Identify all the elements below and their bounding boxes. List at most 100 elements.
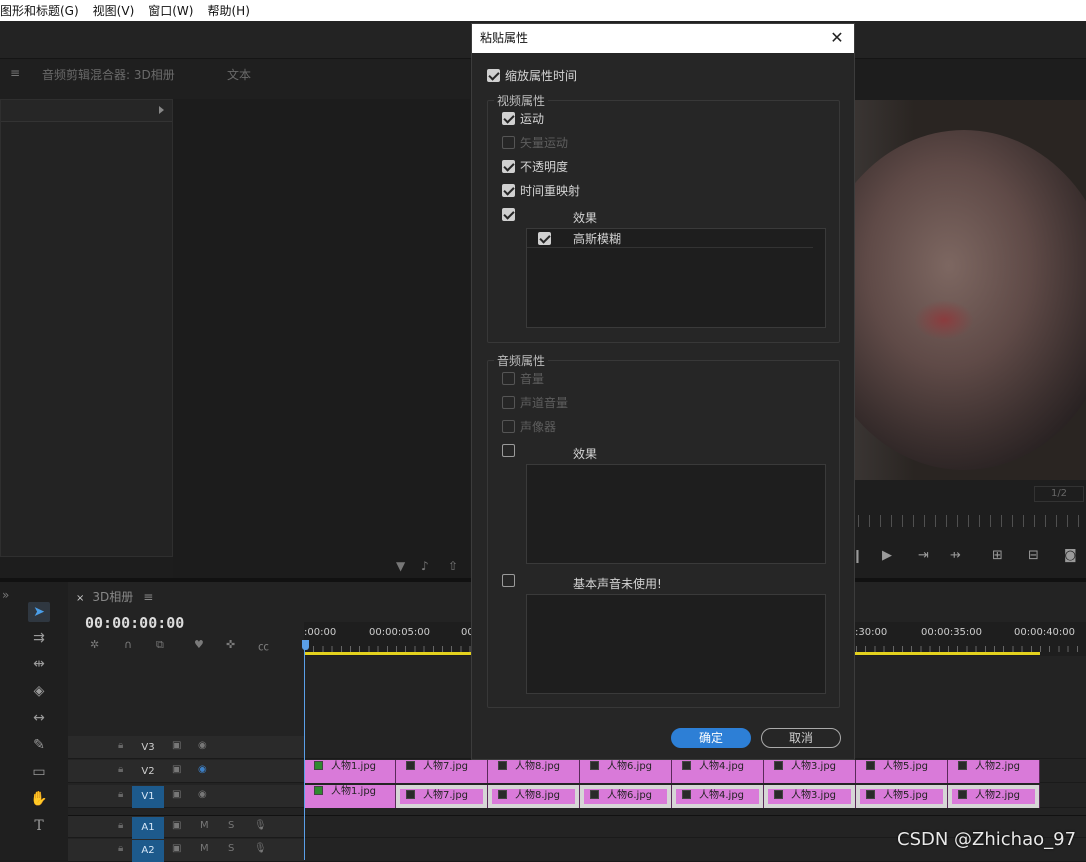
opacity-checkbox[interactable] [502, 160, 515, 173]
play-icon[interactable]: ▶ [882, 548, 892, 563]
collapse-icon[interactable]: » [2, 588, 9, 602]
linked-selection-icon[interactable]: ⧉ [156, 638, 164, 652]
step-forward-icon[interactable]: ⇥ [918, 548, 929, 563]
microphone-icon[interactable]: 🎙︎ [254, 820, 267, 831]
selection-tool-icon[interactable]: ➤ [28, 602, 50, 622]
clip[interactable]: 人物8.jpg [488, 760, 580, 783]
audio-effects-checkbox[interactable] [502, 444, 515, 457]
clip-label: 人物1.jpg [331, 761, 377, 772]
clip[interactable]: 人物5.jpg [856, 760, 948, 783]
clip[interactable]: 人物3.jpg [764, 760, 856, 783]
track-select-tool-icon[interactable]: ⇉ [28, 628, 50, 648]
clip[interactable]: 人物4.jpg [672, 785, 764, 808]
menu-view[interactable]: 视图(V) [93, 2, 135, 19]
sequence-menu-icon[interactable]: ≡ [143, 590, 153, 604]
clip[interactable]: 人物8.jpg [488, 785, 580, 808]
motion-checkbox[interactable] [502, 112, 515, 125]
eye-icon[interactable]: ◉ [198, 740, 207, 751]
clip[interactable]: 人物1.jpg [304, 760, 396, 783]
track-name[interactable]: A2 [132, 840, 164, 862]
close-tab-icon[interactable]: × [76, 593, 84, 604]
monitor-time-ruler[interactable] [858, 515, 1086, 527]
clip[interactable]: 人物7.jpg [396, 760, 488, 783]
sync-lock-icon[interactable]: ▣ [172, 764, 181, 775]
add-marker-icon[interactable]: ♥ [194, 638, 204, 651]
video-effects-list[interactable]: 高斯模糊 [526, 228, 826, 328]
close-icon[interactable]: ✕ [828, 29, 846, 47]
type-tool-icon[interactable]: T [28, 816, 50, 836]
essential-sound-checkbox[interactable] [502, 574, 515, 587]
clip[interactable]: 人物1.jpg [304, 785, 396, 808]
audio-icon[interactable]: ♪ [421, 559, 429, 573]
hand-tool-icon[interactable]: ✋ [28, 789, 50, 809]
tab-audio-clip-mixer[interactable]: 音频剪辑混合器: 3D相册 [42, 66, 175, 83]
track-name[interactable]: V3 [132, 737, 164, 759]
clip[interactable]: 人物6.jpg [580, 760, 672, 783]
clip[interactable]: 人物3.jpg [764, 785, 856, 808]
sync-lock-icon[interactable]: ▣ [172, 820, 181, 831]
essential-sound-list[interactable] [526, 594, 826, 694]
panel-menu-icon[interactable]: ≡ [10, 66, 20, 80]
clip[interactable]: 人物2.jpg [948, 760, 1040, 783]
clip[interactable]: 人物4.jpg [672, 760, 764, 783]
menu-graphics[interactable]: 图形和标题(G) [0, 2, 79, 19]
sync-lock-icon[interactable]: ▣ [172, 843, 181, 854]
lock-icon[interactable]: 🔒︎ [118, 789, 123, 800]
rectangle-tool-icon[interactable]: ▭ [28, 762, 50, 782]
ok-button[interactable]: 确定 [671, 728, 751, 748]
settings-wrench-icon[interactable]: ✜ [226, 638, 235, 651]
sync-lock-icon[interactable]: ▣ [172, 789, 181, 800]
playhead-line[interactable] [304, 640, 305, 860]
audio-effects-list[interactable] [526, 464, 826, 564]
timecode-display[interactable]: 00:00:00:00 [85, 614, 184, 632]
ripple-edit-tool-icon[interactable]: ⇹ [28, 654, 50, 674]
solo-button[interactable]: S [228, 843, 234, 854]
lock-icon[interactable]: 🔒︎ [118, 820, 123, 831]
pen-tool-icon[interactable]: ✎ [28, 735, 50, 755]
gaussian-blur-checkbox[interactable] [538, 232, 551, 245]
razor-tool-icon[interactable]: ◈ [28, 681, 50, 701]
menu-window[interactable]: 窗口(W) [148, 2, 193, 19]
solo-button[interactable]: S [228, 820, 234, 831]
snap-icon[interactable]: ∩ [124, 638, 132, 651]
clip[interactable]: 人物6.jpg [580, 785, 672, 808]
overwrite-icon[interactable]: ⊟ [1028, 548, 1039, 563]
clip[interactable]: 人物7.jpg [396, 785, 488, 808]
go-to-out-icon[interactable]: ⇸ [950, 548, 961, 563]
camera-icon[interactable]: ◙ [1064, 548, 1077, 563]
lock-icon[interactable]: 🔒︎ [118, 843, 123, 854]
clip[interactable]: 人物5.jpg [856, 785, 948, 808]
sync-lock-icon[interactable]: ▣ [172, 740, 181, 751]
menu-help[interactable]: 帮助(H) [207, 2, 249, 19]
sequence-tab[interactable]: × 3D相册 ≡ [76, 588, 153, 605]
track-name[interactable]: V2 [132, 761, 164, 783]
microphone-icon[interactable]: 🎙︎ [254, 843, 267, 854]
insert-icon[interactable]: ⊞ [992, 548, 1003, 563]
track-name[interactable]: V1 [132, 786, 164, 808]
expand-arrow-icon[interactable] [159, 106, 164, 114]
list-item[interactable]: 高斯模糊 [527, 229, 813, 248]
captions-icon[interactable]: ㏄ [258, 638, 269, 654]
cancel-button[interactable]: 取消 [761, 728, 841, 748]
scale-time-checkbox[interactable] [487, 69, 500, 82]
mute-button[interactable]: M [200, 820, 209, 831]
track-name[interactable]: A1 [132, 817, 164, 839]
time-remap-checkbox[interactable] [502, 184, 515, 197]
export-icon[interactable]: ⇧ [448, 559, 458, 573]
filter-icon[interactable]: ▼ [396, 559, 405, 573]
tab-text[interactable]: 文本 [227, 66, 251, 83]
fx-badge-icon [866, 790, 875, 799]
slip-tool-icon[interactable]: ↔ [28, 708, 50, 728]
eye-icon[interactable]: ◉ [198, 789, 207, 800]
nest-icon[interactable]: ✲ [90, 638, 99, 651]
clip[interactable]: 人物2.jpg [948, 785, 1040, 808]
lock-icon[interactable]: 🔒︎ [118, 740, 123, 751]
lock-icon[interactable]: 🔒︎ [118, 764, 123, 775]
track-lane-v1[interactable]: 人物1.jpg 人物7.jpg 人物8.jpg 人物6.jpg 人物4.jpg … [304, 785, 1086, 808]
video-effects-checkbox[interactable] [502, 208, 515, 221]
track-lane-v2[interactable]: 人物1.jpg 人物7.jpg 人物8.jpg 人物6.jpg 人物4.jpg … [304, 760, 1086, 783]
mute-button[interactable]: M [200, 843, 209, 854]
resolution-select[interactable]: 1/2 [1034, 486, 1084, 502]
eye-hidden-icon[interactable]: ◉ [198, 764, 207, 775]
playhead-handle[interactable] [302, 640, 309, 650]
